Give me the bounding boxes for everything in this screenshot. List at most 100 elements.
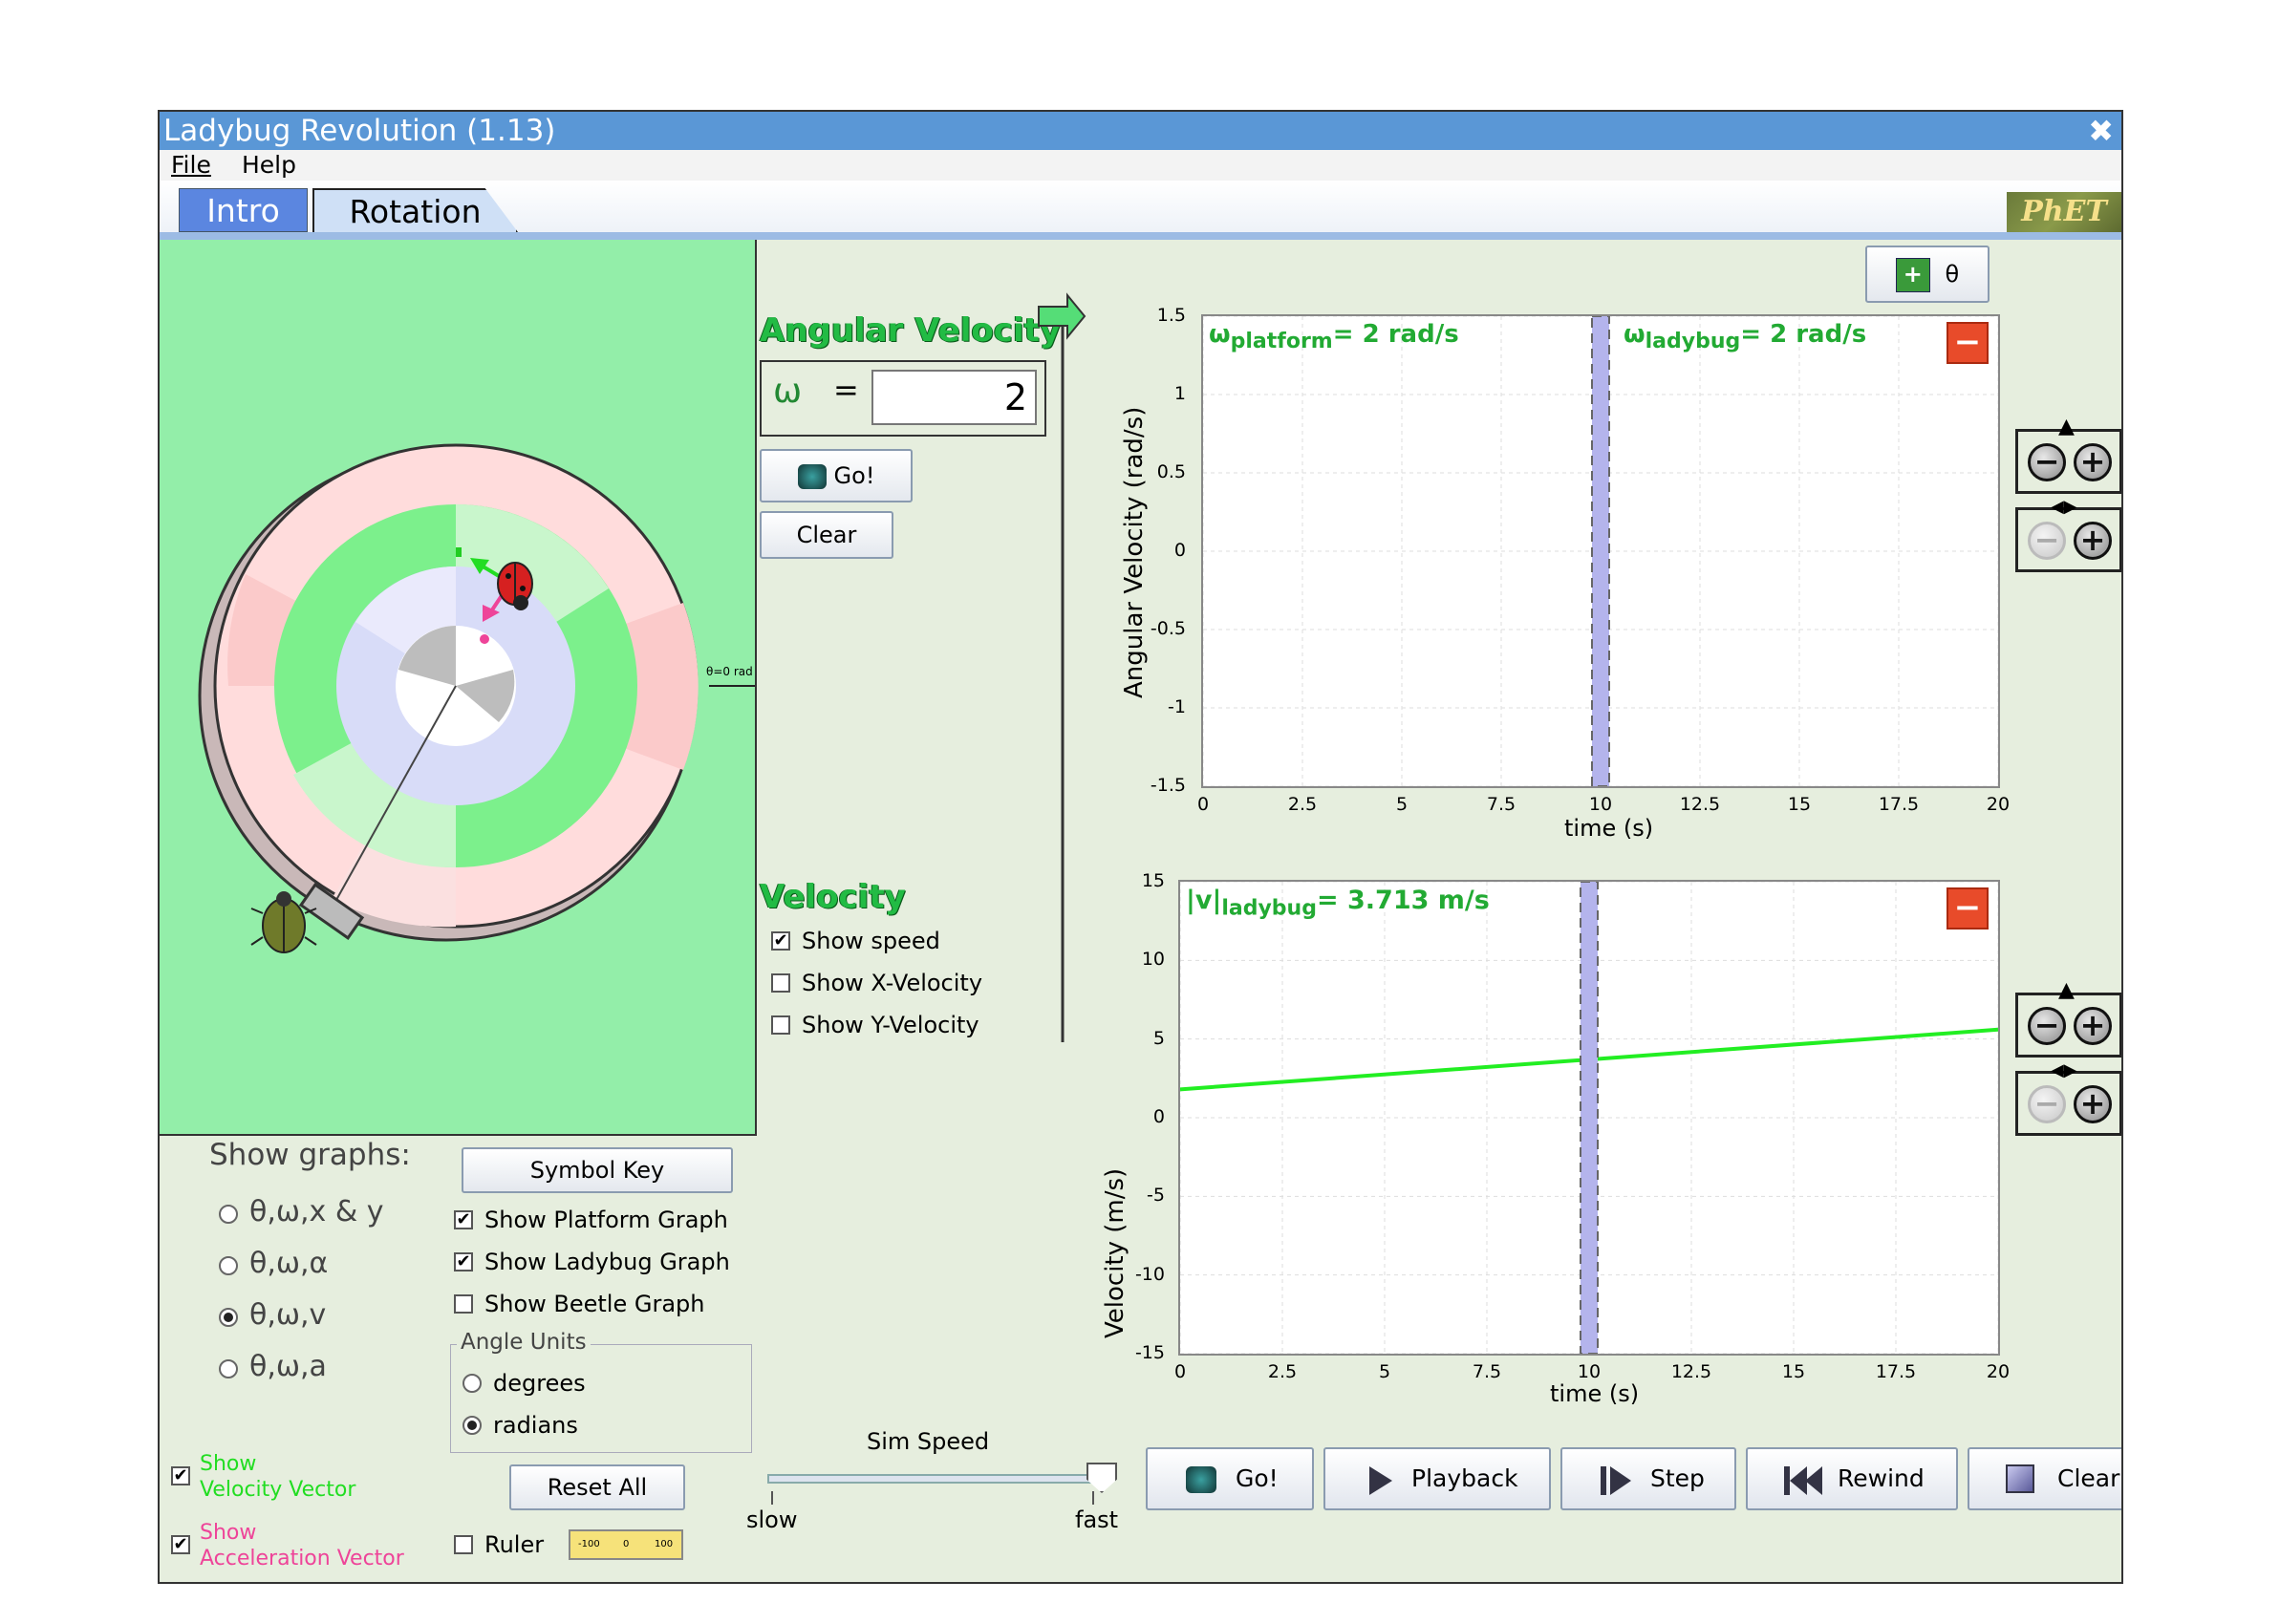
show-platform-graph-label: Show Platform Graph — [484, 1207, 728, 1233]
readout-value: = 2 rad/s — [1332, 320, 1459, 349]
title-bar: Ladybug Revolution (1.13) ✖ — [160, 112, 2121, 150]
omega-equals: = — [833, 372, 859, 408]
time-cursor[interactable] — [1580, 882, 1599, 1354]
ruler-checkbox[interactable] — [454, 1535, 473, 1554]
y-tick-label: 0 — [1152, 1106, 1165, 1127]
slow-label: slow — [746, 1506, 798, 1533]
time-cursor[interactable] — [1591, 316, 1610, 786]
minimize-graph2-button[interactable]: − — [1947, 887, 1989, 930]
show-beetle-graph-label: Show Beetle Graph — [484, 1291, 705, 1317]
show-ladybug-graph-checkbox[interactable]: ✔ — [454, 1252, 473, 1271]
zoom-out-button[interactable]: − — [2028, 443, 2066, 481]
ruler-mark: -100 — [578, 1539, 600, 1549]
graph-set-radio[interactable] — [219, 1359, 238, 1378]
show-acceleration-vector-checkbox[interactable]: ✔ — [171, 1535, 190, 1554]
show-speed-checkbox[interactable]: ✔ — [771, 931, 790, 951]
tab-rotation[interactable]: Rotation — [312, 188, 518, 232]
show-platform-graph-checkbox[interactable]: ✔ — [454, 1210, 473, 1229]
zoom-out-button[interactable]: − — [2028, 1007, 2066, 1045]
sim-speed-track[interactable] — [767, 1474, 1102, 1484]
y-tick-label: -15 — [1134, 1342, 1165, 1363]
velocity-vector-line1: Show — [200, 1452, 257, 1476]
clear-button[interactable]: Clear — [1968, 1447, 2121, 1510]
angular-velocity-graph[interactable]: ωplatform= 2 rad/s ωladybug= 2 rad/s − — [1201, 314, 2000, 788]
omega-symbol: ω — [773, 372, 803, 411]
graph-set-label: θ,ω,x & y — [249, 1195, 384, 1229]
show-x-velocity-checkbox[interactable] — [771, 973, 790, 993]
readout-sub: platform — [1230, 330, 1333, 354]
symbol-key-button[interactable]: Symbol Key — [462, 1147, 733, 1193]
y-tick-label: 10 — [1141, 949, 1165, 971]
show-ladybug-graph-label: Show Ladybug Graph — [484, 1249, 730, 1275]
show-velocity-vector-checkbox[interactable]: ✔ — [171, 1466, 190, 1485]
step-icon — [1601, 1466, 1606, 1495]
y-tick-label: 15 — [1141, 870, 1165, 891]
readout-symbol: ω — [1624, 320, 1645, 349]
rotation-platform[interactable] — [160, 240, 755, 1134]
graph-set-label: θ,ω,α — [249, 1247, 329, 1280]
main-content: θ=0 rad Angular Velocity ω = 2 Go! Clear… — [160, 240, 2121, 1582]
x-tick-label: 12.5 — [1679, 794, 1721, 815]
fast-tick — [1092, 1491, 1094, 1505]
menu-file[interactable]: File — [171, 150, 211, 181]
zoom-out-button[interactable]: − — [2028, 522, 2066, 560]
show-y-velocity-checkbox[interactable] — [771, 1015, 790, 1035]
y-tick-label: -0.5 — [1150, 618, 1186, 639]
omega-go-label: Go! — [833, 462, 875, 489]
playback-button[interactable]: Playback — [1323, 1447, 1551, 1510]
step-button[interactable]: Step — [1560, 1447, 1736, 1510]
close-icon[interactable]: ✖ — [2088, 112, 2114, 150]
degrees-radio[interactable] — [462, 1374, 482, 1393]
ruler-label: Ruler — [484, 1531, 545, 1558]
x-tick-label: 2.5 — [1267, 1361, 1298, 1382]
rewind-button[interactable]: Rewind — [1746, 1447, 1958, 1510]
tab-intro[interactable]: Intro — [179, 188, 308, 232]
playback-controls: Go! Playback Step Rewind Clear — [1146, 1447, 2121, 1514]
phet-logo[interactable]: PhET — [2007, 192, 2121, 232]
sim-speed-slider[interactable] — [1086, 1463, 1117, 1493]
radians-radio[interactable] — [462, 1416, 482, 1435]
sim-speed-title: Sim Speed — [867, 1428, 990, 1455]
x-tick-label: 5 — [1378, 1361, 1391, 1382]
theta-graph-button[interactable]: + θ — [1865, 246, 1990, 303]
angular-velocity-title: Angular Velocity — [760, 311, 1062, 350]
x-tick-label: 20 — [1986, 794, 2011, 815]
go-label: Go! — [1236, 1464, 1279, 1492]
show-beetle-graph-checkbox[interactable] — [454, 1294, 473, 1314]
zoom-in-button[interactable]: + — [2074, 1007, 2112, 1045]
graph1-xlabel: time (s) — [1564, 815, 1654, 842]
omega-go-button[interactable]: Go! — [760, 449, 913, 502]
graph-set-radio[interactable] — [219, 1256, 238, 1275]
go-button[interactable]: Go! — [1146, 1447, 1314, 1510]
fast-label: fast — [1075, 1506, 1119, 1533]
angle-units-title: Angle Units — [457, 1330, 591, 1355]
play-area[interactable]: θ=0 rad — [160, 240, 757, 1136]
velocity-graph[interactable]: |v|ladybug= 3.713 m/s − — [1178, 880, 2000, 1356]
reset-all-button[interactable]: Reset All — [509, 1464, 685, 1510]
zoom-in-button[interactable]: + — [2074, 1085, 2112, 1123]
velocity-title: Velocity — [760, 878, 906, 916]
graph-divider-arrow — [1038, 292, 1086, 1042]
menu-help[interactable]: Help — [242, 150, 296, 181]
graph-set-radio[interactable] — [219, 1205, 238, 1224]
zoom-out-button[interactable]: − — [2028, 1085, 2066, 1123]
y-tick-label: 1.5 — [1156, 305, 1186, 326]
tab-bar: Intro Rotation PhET — [160, 181, 2121, 240]
graph2-ladybug-readout: |v|ladybug= 3.713 m/s — [1186, 886, 1490, 920]
vertical-zoom-icon: ▲ — [2058, 415, 2075, 438]
y-tick-label: -5 — [1147, 1185, 1165, 1207]
graph1-vertical-zoom: ▲ − + — [2015, 415, 2121, 494]
rewind-label: Rewind — [1838, 1464, 1925, 1492]
graph1-horizontal-zoom: ◀▶ − + — [2015, 497, 2121, 572]
omega-clear-button[interactable]: Clear — [760, 511, 893, 559]
x-tick-label: 20 — [1986, 1361, 2011, 1382]
window-title: Ladybug Revolution (1.13) — [163, 114, 556, 148]
zoom-in-button[interactable]: + — [2074, 443, 2112, 481]
zoom-in-button[interactable]: + — [2074, 522, 2112, 560]
horizontal-zoom-icon: ◀▶ — [2051, 497, 2077, 517]
readout-value: = 2 rad/s — [1740, 320, 1867, 349]
show-velocity-vector-label: Show Velocity Vector — [200, 1451, 355, 1503]
minimize-graph1-button[interactable]: − — [1947, 322, 1989, 364]
omega-input[interactable]: 2 — [871, 370, 1037, 425]
graph-set-radio[interactable] — [219, 1308, 238, 1327]
